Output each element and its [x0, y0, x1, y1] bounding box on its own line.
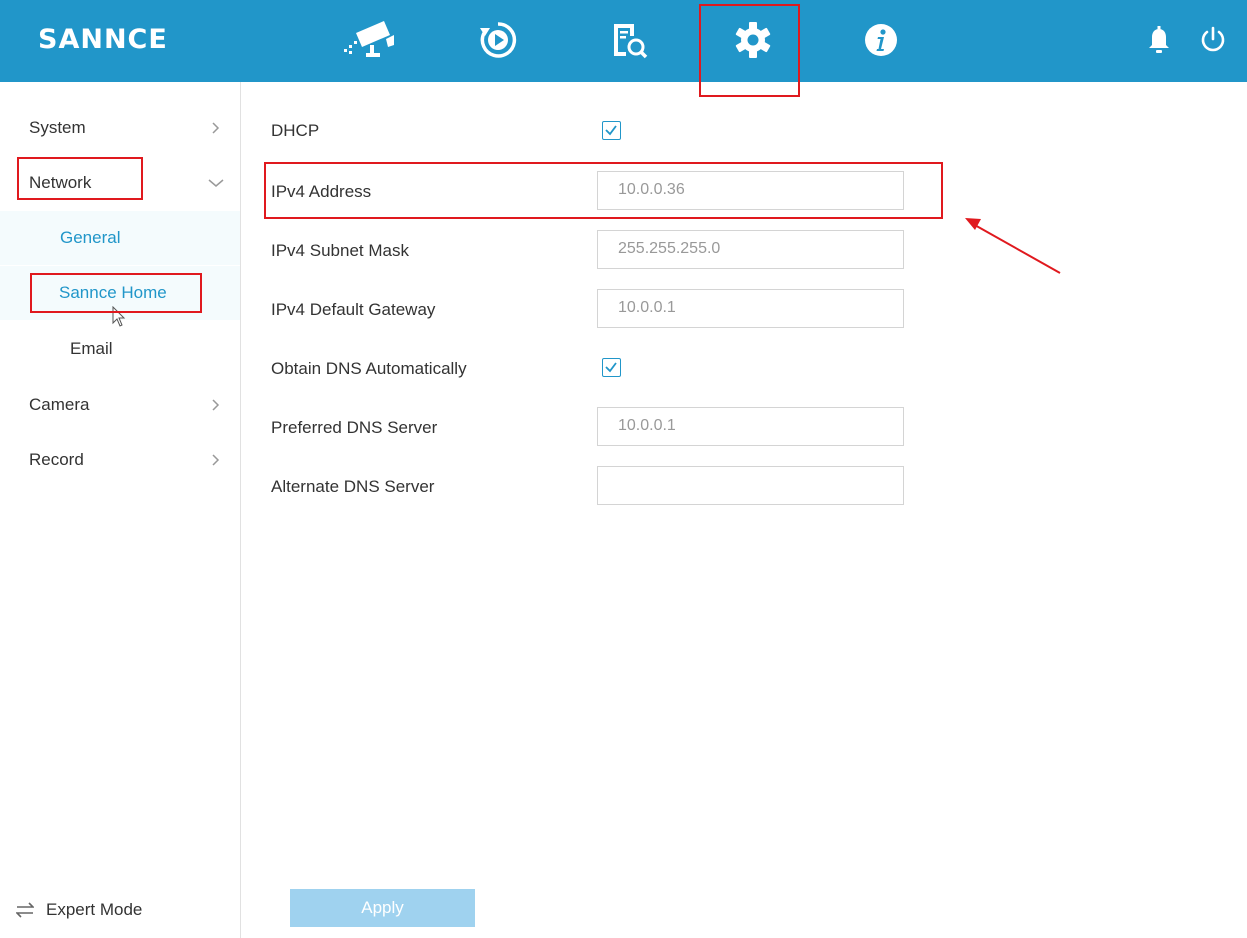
- top-bar: SANNCE: [0, 0, 1247, 82]
- alternate-dns-label: Alternate DNS Server: [271, 477, 435, 496]
- sidebar-subitem-label: General: [60, 228, 121, 247]
- swap-arrows-icon: [16, 902, 34, 918]
- annotation-arrow-icon: [965, 218, 1061, 274]
- checkmark-icon: [605, 362, 617, 373]
- sidebar-item-label: Record: [29, 450, 84, 469]
- chevron-right-icon: [212, 399, 220, 411]
- expert-mode-toggle[interactable]: Expert Mode: [16, 900, 142, 920]
- sidebar: System Network General Sannce Home Email…: [0, 82, 241, 938]
- bell-icon: [1149, 26, 1169, 53]
- obtain-dns-label: Obtain DNS Automatically: [271, 359, 467, 378]
- dhcp-checkbox[interactable]: [602, 121, 621, 140]
- alternate-dns-field[interactable]: [597, 466, 904, 505]
- chevron-right-icon: [212, 454, 220, 466]
- dhcp-label: DHCP: [271, 121, 320, 140]
- sidebar-item-label: Camera: [29, 395, 90, 414]
- sidebar-subitem-label: Email: [70, 339, 113, 358]
- logo: SANNCE: [38, 24, 168, 55]
- playback-icon: [480, 22, 517, 58]
- checkmark-icon: [605, 125, 617, 136]
- preferred-dns-field[interactable]: 10.0.0.1: [597, 407, 904, 446]
- info-nav-button[interactable]: [853, 14, 909, 66]
- ipv4-subnet-mask-field[interactable]: 255.255.255.0: [597, 230, 904, 269]
- power-button[interactable]: [1195, 22, 1231, 58]
- preferred-dns-label: Preferred DNS Server: [271, 418, 438, 437]
- live-view-nav-button[interactable]: [340, 14, 396, 66]
- ipv4-default-gateway-label: IPv4 Default Gateway: [271, 300, 436, 319]
- apply-button[interactable]: Apply: [290, 889, 475, 927]
- sidebar-item-record[interactable]: Record: [0, 432, 240, 488]
- sidebar-item-camera[interactable]: Camera: [0, 377, 240, 433]
- chevron-right-icon: [212, 122, 220, 134]
- sidebar-subitem-general[interactable]: General: [0, 211, 240, 265]
- playback-nav-button[interactable]: [470, 14, 526, 66]
- annotation-box-sannce-home: [30, 273, 202, 313]
- chevron-down-icon: [208, 179, 224, 187]
- live-view-camera-icon: [344, 21, 394, 57]
- obtain-dns-checkbox[interactable]: [602, 358, 621, 377]
- alarm-button[interactable]: [1141, 22, 1177, 58]
- power-icon: [1201, 26, 1225, 52]
- sidebar-item-system[interactable]: System: [0, 100, 240, 156]
- sidebar-subitem-email[interactable]: Email: [0, 322, 240, 376]
- ipv4-subnet-mask-label: IPv4 Subnet Mask: [271, 241, 409, 260]
- annotation-box-network: [17, 157, 143, 200]
- ipv4-default-gateway-field[interactable]: 10.0.0.1: [597, 289, 904, 328]
- expert-mode-label: Expert Mode: [46, 900, 143, 919]
- info-icon: [865, 24, 897, 56]
- search-nav-button[interactable]: [600, 14, 656, 66]
- search-icon: [614, 24, 648, 59]
- sidebar-item-label: System: [29, 118, 86, 137]
- annotation-box-ipv4-address: [264, 162, 943, 219]
- annotation-box-settings: [699, 4, 800, 97]
